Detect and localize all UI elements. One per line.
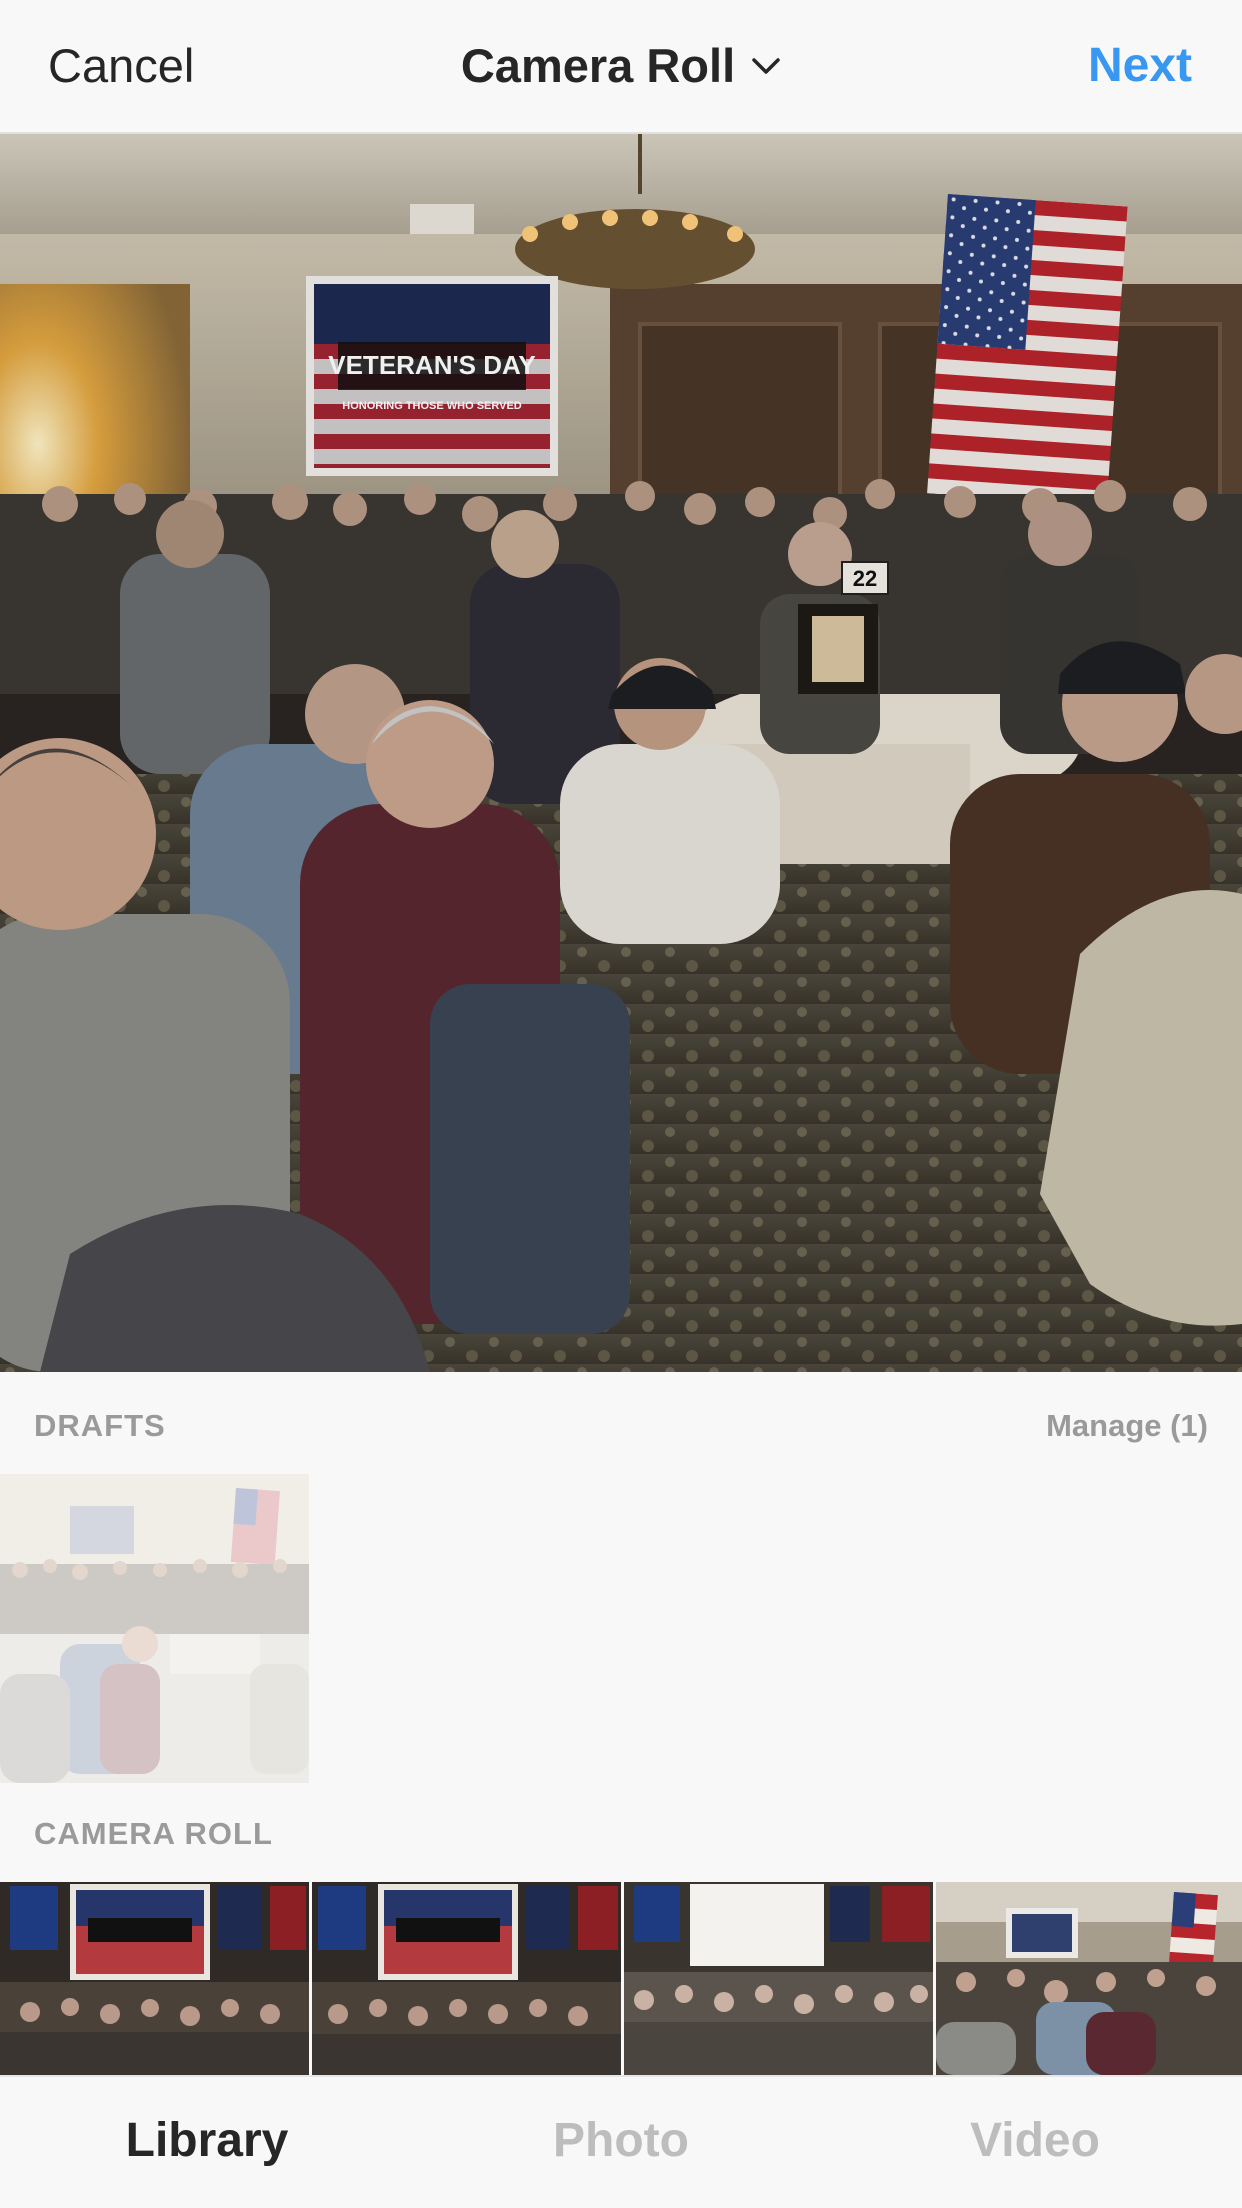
top-navigation-bar: Cancel Camera Roll Next <box>0 0 1242 134</box>
camera-roll-strip <box>0 1882 1242 2075</box>
album-selector: Camera Roll <box>0 38 1242 93</box>
photo-picker-screen: Cancel Camera Roll Next VETERAN'S DAY HO… <box>0 0 1242 2208</box>
camera-roll-thumbnail[interactable] <box>0 1882 309 2075</box>
tab-library[interactable]: Library <box>0 2077 414 2208</box>
camera-roll-thumbnail[interactable] <box>936 1882 1242 2075</box>
album-title: Camera Roll <box>460 39 736 92</box>
tab-photo[interactable]: Photo <box>414 2077 828 2208</box>
camera-roll-thumbnail[interactable] <box>312 1882 621 2075</box>
drafts-section-label: DRAFTS <box>34 1408 166 1443</box>
tab-video[interactable]: Video <box>828 2077 1242 2208</box>
manage-drafts-button[interactable]: Manage (1) <box>1046 1408 1208 1444</box>
selected-photo-preview[interactable]: VETERAN'S DAY HONORING THOSE WHO SERVED <box>0 134 1242 1372</box>
draft-thumbnail[interactable] <box>0 1474 309 1783</box>
album-dropdown[interactable]: Camera Roll <box>461 38 781 93</box>
camera-roll-section-label: CAMERA ROLL <box>34 1816 273 1851</box>
next-button[interactable]: Next <box>1088 38 1192 93</box>
camera-roll-thumbnail[interactable] <box>624 1882 933 2075</box>
chevron-down-icon <box>751 56 781 76</box>
bottom-tab-bar: Library Photo Video <box>0 2075 1242 2208</box>
